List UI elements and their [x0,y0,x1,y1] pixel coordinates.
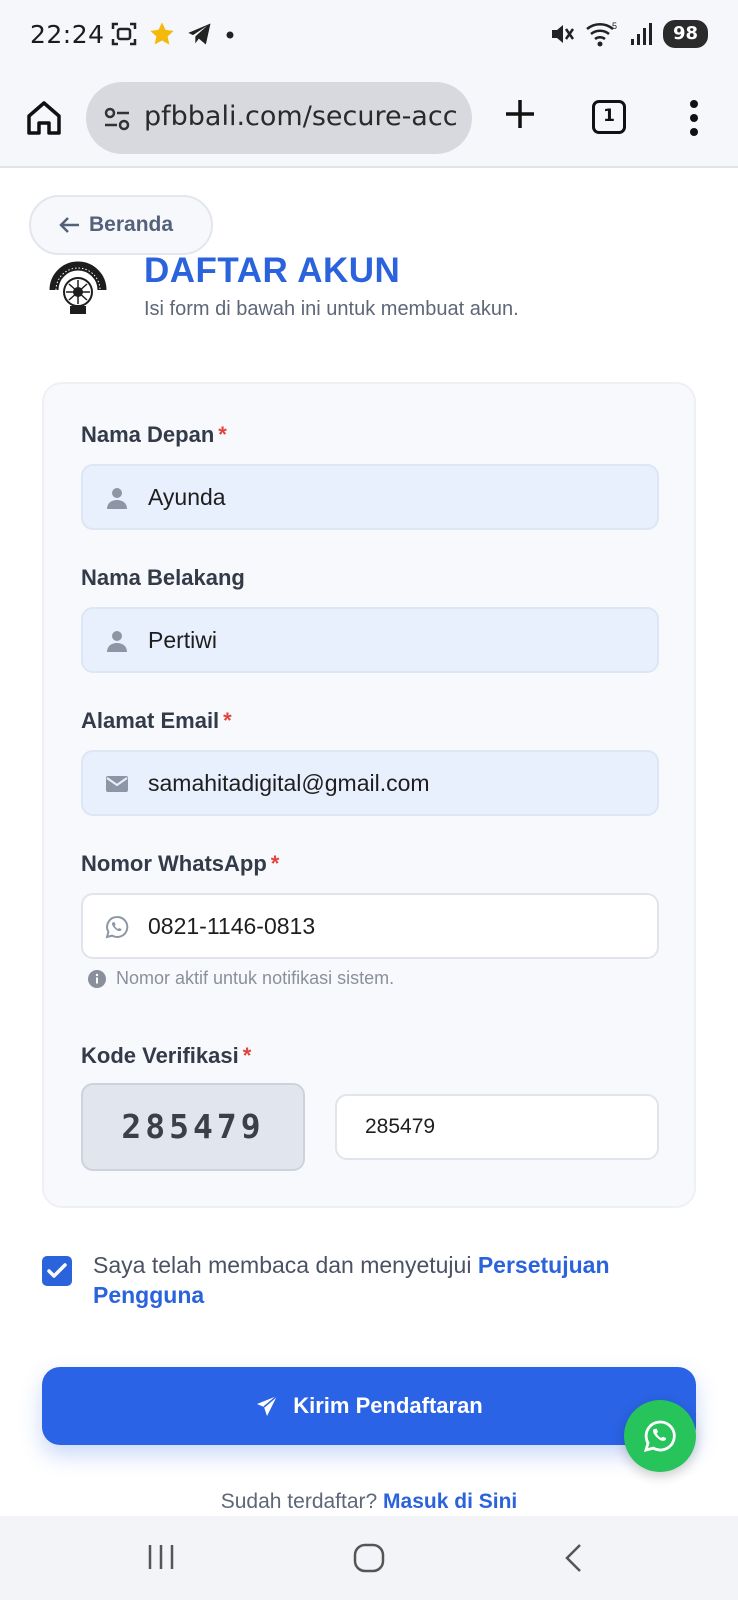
whatsapp-chat-button[interactable] [624,1400,696,1472]
whatsapp-field[interactable]: 0821-1146-0813 [81,893,659,959]
page-subtitle: Isi form di bawah ini untuk membuat akun… [144,298,519,320]
svg-text:5: 5 [612,21,617,31]
submit-label: Kirim Pendaftaran [293,1393,483,1418]
submit-registration-button[interactable]: Kirim Pendaftaran [42,1367,696,1445]
home-icon[interactable] [24,98,64,138]
verification-code-display: 285479 [81,1083,305,1171]
telegram-icon [188,23,211,45]
login-prompt: Sudah terdaftar? Masuk di Sini [0,1490,738,1514]
user-icon [107,631,127,652]
more-menu-icon[interactable] [688,98,700,138]
agreement-text: Saya telah membaca dan menyetujui Perset… [93,1250,693,1310]
tab-switcher-button[interactable]: 1 [592,100,626,134]
recent-apps-icon[interactable] [146,1542,176,1572]
whatsapp-hint-text: Nomor aktif untuk notifikasi sistem. [116,968,395,988]
info-icon [88,969,106,988]
status-time: 22:24 [30,20,105,49]
whatsapp-value: 0821-1146-0813 [148,913,316,939]
wifi-icon: 5 [586,21,617,47]
url-text: pfbbali.com/secure-acc [144,101,458,132]
back-label: Beranda [89,213,174,236]
organization-logo [49,261,107,314]
last-name-field[interactable]: Pertiwi [81,607,659,673]
status-bar: 22:24 5 98 [0,0,738,72]
whatsapp-icon [643,1420,676,1452]
last-name-value: Pertiwi [148,627,218,653]
address-bar[interactable]: pfbbali.com/secure-acc [86,82,472,154]
back-to-home-button[interactable]: Beranda [29,195,213,255]
send-icon [257,1395,278,1416]
back-nav-icon[interactable] [562,1542,586,1574]
screenshot-icon [111,22,137,46]
login-text: Sudah terdaftar? [220,1490,378,1513]
envelope-icon [106,776,128,792]
new-tab-icon[interactable] [502,96,538,132]
status-left-icons [110,20,236,48]
arrow-left-icon [59,217,79,233]
mute-icon [551,25,574,43]
browser-toolbar: pfbbali.com/secure-acc 1 [0,72,738,168]
signal-icon [630,23,652,45]
whatsapp-hint: Nomor aktif untuk notifikasi sistem. [88,968,394,989]
first-name-field[interactable]: Ayunda [81,464,659,530]
verification-code-input[interactable]: 285479 [335,1094,659,1160]
required-marker: * [242,1043,252,1068]
battery-badge: 98 [662,20,708,48]
checkmark-icon [47,1263,67,1278]
first-name-value: Ayunda [148,484,226,510]
email-label: Alamat Email * [81,708,232,734]
star-icon [150,22,174,45]
user-icon [107,488,127,509]
first-name-label: Nama Depan * [81,422,227,448]
status-right-icons: 5 98 [549,20,708,48]
whatsapp-label-text: Nomor WhatsApp [81,851,267,876]
verification-input-value: 285479 [365,1115,436,1138]
dot-icon [226,31,234,39]
system-navigation-bar [0,1516,738,1600]
required-marker: * [218,422,227,447]
page-title: DAFTAR AKUN [144,251,401,290]
last-name-label: Nama Belakang [81,565,245,590]
whatsapp-label: Nomor WhatsApp * [81,851,279,877]
agreement-checkbox[interactable] [42,1256,72,1286]
required-marker: * [270,851,280,876]
email-value: samahitadigital@gmail.com [148,770,430,796]
agreement-label: Saya telah membaca dan menyetujui [93,1252,472,1278]
first-name-label-text: Nama Depan [81,422,215,447]
verification-label: Kode Verifikasi * [81,1043,251,1069]
login-link[interactable]: Masuk di Sini [383,1490,517,1513]
required-marker: * [223,708,232,733]
email-field[interactable]: samahitadigital@gmail.com [81,750,659,816]
email-label-text: Alamat Email [81,708,220,733]
verification-label-text: Kode Verifikasi [81,1043,239,1068]
site-settings-icon[interactable] [102,104,132,134]
home-nav-icon[interactable] [352,1542,386,1574]
whatsapp-icon [105,915,129,939]
